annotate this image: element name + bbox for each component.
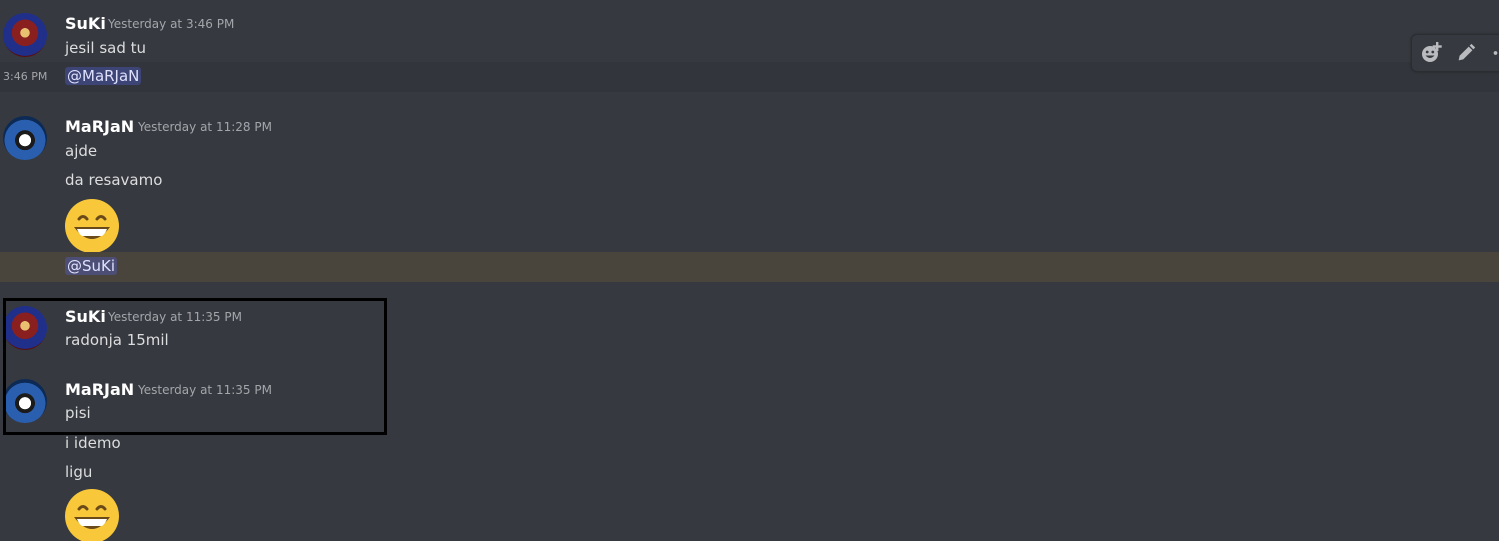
message-action-toolbar	[1411, 34, 1499, 72]
grinning-face-emoji[interactable]	[65, 489, 119, 541]
avatar-suki[interactable]	[3, 13, 47, 57]
avatar-marjan[interactable]	[3, 116, 47, 160]
message-text: jesil sad tu	[65, 39, 146, 57]
message-text: ajde	[65, 142, 98, 160]
user-mention[interactable]: @MaRJaN	[65, 67, 142, 85]
author-name[interactable]: MaRJaN	[65, 117, 134, 136]
message-text: ligu	[65, 463, 93, 481]
more-icon[interactable]	[1488, 41, 1499, 65]
author-name[interactable]: SuKi	[65, 14, 106, 33]
hover-timestamp: 3:46 PM	[3, 70, 48, 83]
mentioned-message-row[interactable]	[0, 252, 1499, 282]
annotation-box	[3, 298, 387, 435]
user-mention[interactable]: @SuKi	[65, 257, 118, 275]
hovered-message-row[interactable]	[0, 62, 1499, 92]
message-timestamp: Yesterday at 3:46 PM	[108, 17, 235, 31]
message-timestamp: Yesterday at 11:28 PM	[138, 120, 272, 134]
message-text: da resavamo	[65, 171, 163, 189]
grinning-face-emoji[interactable]	[65, 199, 119, 253]
edit-icon[interactable]	[1453, 41, 1479, 65]
message-mention-line: @SuKi	[65, 257, 118, 275]
add-reaction-icon[interactable]	[1418, 41, 1444, 65]
message-text: i idemo	[65, 434, 121, 452]
message-mention-line: @MaRJaN	[65, 67, 142, 85]
chat-message-list: SuKi Yesterday at 3:46 PM jesil sad tu 3…	[0, 0, 1499, 541]
